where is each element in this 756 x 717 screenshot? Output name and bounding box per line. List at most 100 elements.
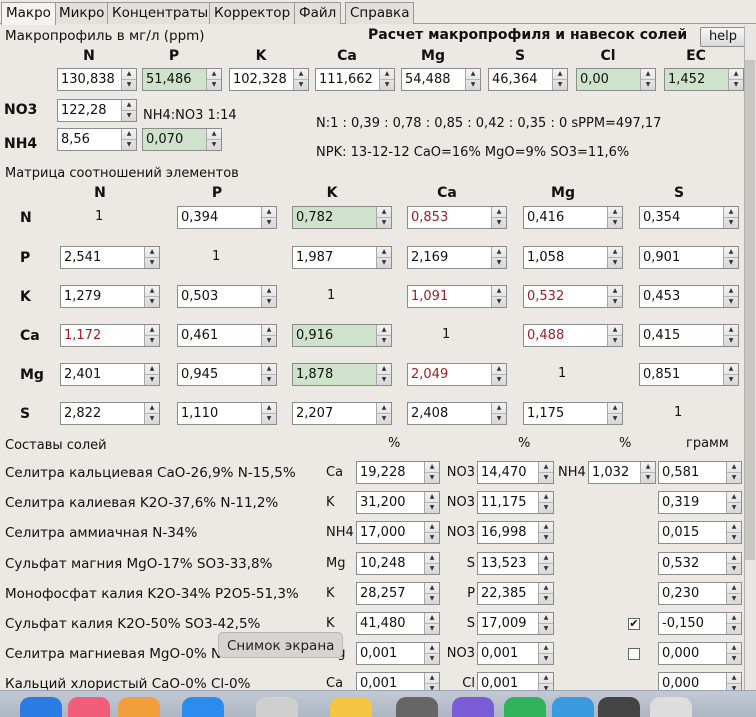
matrix-cell-n-ca[interactable]: 0,853 ▲ ▼ [407,206,507,229]
spin-arrows-icon[interactable]: ▲ ▼ [144,364,159,385]
spin-arrows-icon[interactable]: ▲ ▼ [607,207,622,228]
tab-file[interactable]: Файл [294,2,342,24]
dock-photos-icon[interactable] [330,697,372,717]
salt-value-2[interactable]: 22,385 ▲ ▼ [477,582,554,605]
spin-arrows-icon[interactable]: ▲ ▼ [424,492,439,513]
matrix-cell-mg-n[interactable]: 2,401 ▲ ▼ [60,363,160,386]
spin-arrows-icon[interactable]: ▲ ▼ [723,325,738,346]
spin-arrows-icon[interactable]: ▲ ▼ [424,553,439,574]
spin-arrows-icon[interactable]: ▲ ▼ [640,69,655,90]
salt-gram[interactable]: 0,319 ▲ ▼ [658,491,742,514]
salt-checkbox[interactable] [628,648,640,660]
salt-value-2[interactable]: 17,009 ▲ ▼ [477,612,554,635]
matrix-cell-ca-mg[interactable]: 0,488 ▲ ▼ [523,324,623,347]
salt-value-1[interactable]: 10,248 ▲ ▼ [356,552,440,575]
spin-arrows-icon[interactable]: ▲ ▼ [424,522,439,543]
matrix-cell-k-s[interactable]: 0,453 ▲ ▼ [639,285,739,308]
nh4-input[interactable]: 8,56 ▲ ▼ [57,128,137,151]
spin-arrows-icon[interactable]: ▲ ▼ [607,325,622,346]
dock-screenshot-icon[interactable] [256,697,298,717]
spin-arrows-icon[interactable]: ▲ ▼ [465,69,480,90]
spin-arrows-icon[interactable]: ▲ ▼ [726,522,741,543]
spin-arrows-icon[interactable]: ▲ ▼ [491,207,506,228]
matrix-cell-k-n[interactable]: 1,279 ▲ ▼ [60,285,160,308]
matrix-cell-p-s[interactable]: 0,901 ▲ ▼ [639,246,739,269]
dock-telegram-icon[interactable] [552,697,594,717]
matrix-cell-k-ca[interactable]: 1,091 ▲ ▼ [407,285,507,308]
dock-books-icon[interactable] [118,697,160,717]
spin-arrows-icon[interactable]: ▲ ▼ [538,522,553,543]
spin-arrows-icon[interactable]: ▲ ▼ [491,247,506,268]
salt-gram[interactable]: 0,532 ▲ ▼ [658,552,742,575]
spin-arrows-icon[interactable]: ▲ ▼ [538,492,553,513]
spin-arrows-icon[interactable]: ▲ ▼ [376,403,391,424]
matrix-cell-ca-k[interactable]: 0,916 ▲ ▼ [292,324,392,347]
spin-arrows-icon[interactable]: ▲ ▼ [723,286,738,307]
matrix-cell-p-n[interactable]: 2,541 ▲ ▼ [60,246,160,269]
salt-value-1[interactable]: 41,480 ▲ ▼ [356,612,440,635]
macro-input-5[interactable]: 46,364 ▲ ▼ [488,68,568,91]
spin-arrows-icon[interactable]: ▲ ▼ [607,286,622,307]
salt-value-2[interactable]: 13,523 ▲ ▼ [477,552,554,575]
salt-gram[interactable]: 0,581 ▲ ▼ [658,461,742,484]
macro-input-2[interactable]: 102,328 ▲ ▼ [229,68,309,91]
spin-arrows-icon[interactable]: ▲ ▼ [424,583,439,604]
matrix-cell-s-p[interactable]: 1,110 ▲ ▼ [177,402,277,425]
spin-arrows-icon[interactable]: ▲ ▼ [607,403,622,424]
spin-arrows-icon[interactable]: ▲ ▼ [538,613,553,634]
matrix-cell-s-n[interactable]: 2,822 ▲ ▼ [60,402,160,425]
salt-value-2[interactable]: 0,001 ▲ ▼ [477,642,554,665]
dock-music-icon[interactable] [68,697,110,717]
dock-whatsapp-icon[interactable] [504,697,546,717]
matrix-cell-s-mg[interactable]: 1,175 ▲ ▼ [523,402,623,425]
spin-arrows-icon[interactable]: ▲ ▼ [144,403,159,424]
matrix-cell-ca-p[interactable]: 0,461 ▲ ▼ [177,324,277,347]
spin-arrows-icon[interactable]: ▲ ▼ [728,69,743,90]
spin-arrows-icon[interactable]: ▲ ▼ [726,643,741,664]
spin-arrows-icon[interactable]: ▲ ▼ [491,403,506,424]
matrix-cell-mg-k[interactable]: 1,878 ▲ ▼ [292,363,392,386]
salt-value-1[interactable]: 19,228 ▲ ▼ [356,461,440,484]
spin-arrows-icon[interactable]: ▲ ▼ [376,247,391,268]
tab-micro[interactable]: Микро [54,2,110,24]
spin-arrows-icon[interactable]: ▲ ▼ [261,207,276,228]
spin-arrows-icon[interactable]: ▲ ▼ [552,69,567,90]
salt-gram[interactable]: -0,150 ▲ ▼ [658,612,742,635]
macro-input-7[interactable]: 1,452 ▲ ▼ [664,68,744,91]
scroll-thumb[interactable] [745,60,755,560]
spin-arrows-icon[interactable]: ▲ ▼ [376,325,391,346]
spin-arrows-icon[interactable]: ▲ ▼ [726,462,741,483]
tab-corrector[interactable]: Корректор [209,2,296,24]
dock-settings-icon[interactable] [396,697,438,717]
spin-arrows-icon[interactable]: ▲ ▼ [723,364,738,385]
spin-arrows-icon[interactable]: ▲ ▼ [144,247,159,268]
spin-arrows-icon[interactable]: ▲ ▼ [491,364,506,385]
matrix-cell-k-p[interactable]: 0,503 ▲ ▼ [177,285,277,308]
matrix-cell-s-ca[interactable]: 2,408 ▲ ▼ [407,402,507,425]
spin-arrows-icon[interactable]: ▲ ▼ [293,69,308,90]
matrix-cell-p-k[interactable]: 1,987 ▲ ▼ [292,246,392,269]
salt-value-2[interactable]: 14,470 ▲ ▼ [477,461,554,484]
salt-value-3[interactable]: 1,032 ▲ ▼ [588,461,656,484]
spin-arrows-icon[interactable]: ▲ ▼ [726,613,741,634]
dock-trash-icon[interactable] [650,697,692,717]
spin-arrows-icon[interactable]: ▲ ▼ [538,462,553,483]
spin-arrows-icon[interactable]: ▲ ▼ [206,69,221,90]
macro-input-4[interactable]: 54,488 ▲ ▼ [401,68,481,91]
matrix-cell-s-k[interactable]: 2,207 ▲ ▼ [292,402,392,425]
spin-arrows-icon[interactable]: ▲ ▼ [261,325,276,346]
matrix-cell-ca-s[interactable]: 0,415 ▲ ▼ [639,324,739,347]
tab-concentrates[interactable]: Концентраты [107,2,214,24]
spin-arrows-icon[interactable]: ▲ ▼ [607,247,622,268]
dock-app-icon[interactable] [20,697,62,717]
spin-arrows-icon[interactable]: ▲ ▼ [723,207,738,228]
spin-arrows-icon[interactable]: ▲ ▼ [144,325,159,346]
spin-arrows-icon[interactable]: ▲ ▼ [491,286,506,307]
matrix-cell-n-mg[interactable]: 0,416 ▲ ▼ [523,206,623,229]
spin-arrows-icon[interactable]: ▲ ▼ [424,613,439,634]
spin-arrows-icon[interactable]: ▲ ▼ [376,207,391,228]
spin-arrows-icon[interactable]: ▲ ▼ [261,286,276,307]
matrix-cell-mg-ca[interactable]: 2,049 ▲ ▼ [407,363,507,386]
dock-viber-icon[interactable] [452,697,494,717]
salt-value-1[interactable]: 0,001 ▲ ▼ [356,642,440,665]
